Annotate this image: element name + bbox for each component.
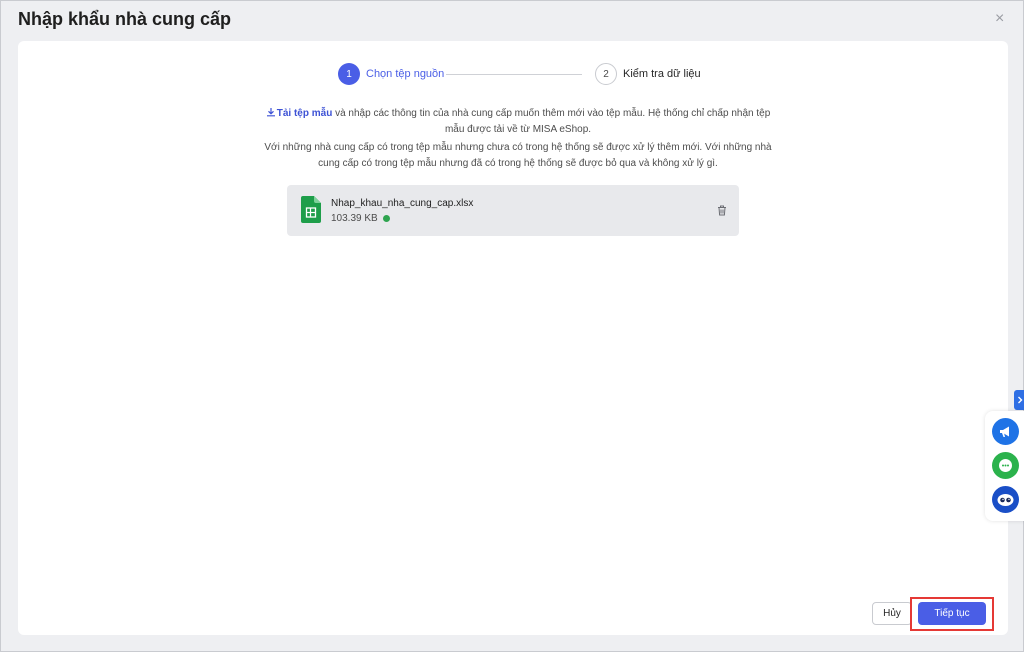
announcement-button[interactable] xyxy=(992,418,1019,445)
assistant-button[interactable] xyxy=(992,486,1019,513)
chat-button[interactable] xyxy=(992,452,1019,479)
step-2-number: 2 xyxy=(595,63,617,85)
uploaded-file-card: Nhap_khau_nha_cung_cap.xlsx 103.39 KB xyxy=(287,185,739,236)
continue-button[interactable]: Tiếp tục xyxy=(918,602,986,625)
step-1-number: 1 xyxy=(338,63,360,85)
chevron-right-icon xyxy=(1017,396,1022,404)
dialog-body: 1 Chọn tệp nguồn 2 Kiểm tra dữ liệu Tải … xyxy=(18,41,1008,635)
close-button[interactable]: × xyxy=(995,11,1004,27)
instructions-line-2: Với những nhà cung cấp có trong tệp mẫu … xyxy=(264,142,772,169)
assistant-bot-icon xyxy=(992,486,1019,513)
cancel-button[interactable]: Hủy xyxy=(872,602,912,625)
file-name: Nhap_khau_nha_cung_cap.xlsx xyxy=(331,198,474,209)
step-check-data[interactable]: 2 Kiểm tra dữ liệu xyxy=(595,63,701,85)
instructions: Tải tệp mẫu và nhập các thông tin của nh… xyxy=(258,106,778,174)
file-size-row: 103.39 KB xyxy=(331,213,390,224)
import-dialog: Nhập khẩu nhà cung cấp × 1 Chọn tệp nguồ… xyxy=(0,0,1024,652)
download-template-link[interactable]: Tải tệp mẫu xyxy=(266,108,333,119)
download-template-label: Tải tệp mẫu xyxy=(276,108,333,119)
dialog-title: Nhập khẩu nhà cung cấp xyxy=(18,9,232,29)
instructions-line-1: Tải tệp mẫu và nhập các thông tin của nh… xyxy=(258,106,778,138)
step-choose-source[interactable]: 1 Chọn tệp nguồn xyxy=(338,63,444,85)
valid-status-icon xyxy=(382,215,390,222)
stepper-connector xyxy=(446,74,582,75)
side-panel-toggle[interactable] xyxy=(1014,390,1024,410)
download-icon xyxy=(266,108,275,117)
chat-icon xyxy=(992,452,1019,479)
megaphone-icon xyxy=(992,418,1019,445)
step-1-label: Chọn tệp nguồn xyxy=(366,68,445,80)
step-2-label: Kiểm tra dữ liệu xyxy=(623,68,701,80)
support-widget xyxy=(985,411,1024,521)
instructions-text-1: và nhập các thông tin của nhà cung cấp m… xyxy=(332,108,771,135)
delete-file-icon[interactable] xyxy=(717,205,727,216)
file-size: 103.39 KB xyxy=(331,213,378,224)
spreadsheet-file-icon xyxy=(301,196,321,223)
